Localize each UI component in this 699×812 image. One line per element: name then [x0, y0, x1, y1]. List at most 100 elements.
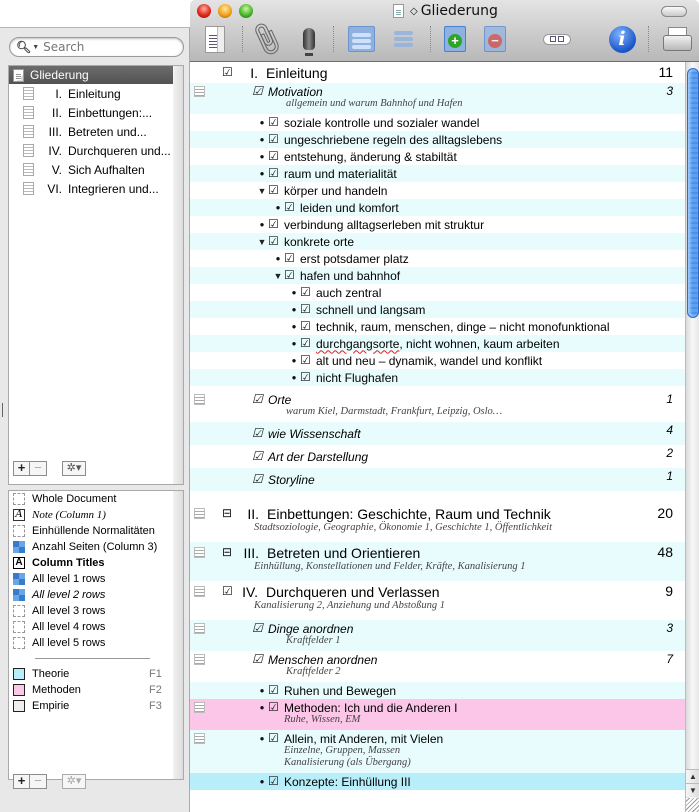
document-proxy-icon[interactable]: [393, 4, 404, 18]
note-icon[interactable]: [194, 702, 205, 713]
outline-row[interactable]: ☑ Storyline 1: [190, 468, 685, 491]
search-input[interactable]: [43, 40, 174, 54]
style-item[interactable]: All level 3 rows: [9, 603, 169, 619]
note-icon[interactable]: [194, 547, 205, 558]
outline-row[interactable]: ● ☑ Ruhen und Bewegen: [190, 682, 685, 699]
checkbox[interactable]: ☑: [252, 85, 263, 97]
outline-row[interactable]: ⊟ II. Einbettungen: Geschichte, Raum und T…: [190, 503, 685, 542]
outline-row[interactable]: ● ☑ durchgangsorte, nicht wohnen, kaum arb…: [190, 335, 685, 352]
outline-row[interactable]: ● ☑ Methoden: Ich und die Anderen I Ruhe, W…: [190, 699, 685, 730]
gear-menu-button[interactable]: ✲▾: [62, 461, 86, 476]
outline-row[interactable]: ▼ ☑ körper und handeln: [190, 182, 685, 199]
checkbox[interactable]: ☑: [284, 269, 295, 281]
outline-row[interactable]: ● ☑ alt und neu – dynamik, wandel und konf…: [190, 352, 685, 369]
checkbox[interactable]: ☑: [268, 167, 279, 179]
note-icon[interactable]: [194, 86, 205, 97]
outline-row[interactable]: ☑ Menschen anordnen Kraftfelder 2 7: [190, 651, 685, 682]
outline-row[interactable]: ● ☑ Allein, mit Anderen, mit Vielen Einzeln…: [190, 730, 685, 773]
group-button[interactable]: [344, 22, 378, 56]
outline-row[interactable]: ● ☑ raum und materialität: [190, 165, 685, 182]
drawer-resize-handle[interactable]: [2, 403, 3, 417]
style-item[interactable]: All level 2 rows: [9, 587, 169, 603]
info-button[interactable]: i: [606, 22, 638, 56]
outline-list-scrollbar[interactable]: [173, 66, 183, 484]
scrollbar-thumb[interactable]: [687, 68, 699, 318]
note-icon[interactable]: [194, 733, 205, 744]
checkbox[interactable]: ☑: [252, 653, 263, 665]
checkbox[interactable]: ☑: [252, 473, 263, 485]
checkbox[interactable]: ☑: [268, 116, 279, 128]
outline-row[interactable]: ● ☑ soziale kontrolle und sozialer wandel: [190, 114, 685, 131]
outline-row[interactable]: ● ☑ schnell und langsam: [190, 301, 685, 318]
outline-item[interactable]: IV. Durchqueren und...: [9, 141, 183, 160]
outline-row[interactable]: ☑ Dinge anordnen Kraftfelder 1 3: [190, 620, 685, 651]
checkbox[interactable]: ☑: [268, 701, 279, 713]
style-item[interactable]: Anzahl Seiten (Column 3): [9, 539, 169, 555]
outline-item[interactable]: II. Einbettungen:...: [9, 103, 183, 122]
outline-content[interactable]: ☑ I. Einleitung 11 ☑ Motivation allgemein und …: [190, 62, 685, 812]
outline-item[interactable]: I. Einleitung: [9, 84, 183, 103]
checkbox[interactable]: ☑: [268, 184, 279, 196]
add-column-button[interactable]: +: [440, 22, 470, 56]
outline-row[interactable]: ● ☑ ungeschriebene regeln des alltagsleben…: [190, 131, 685, 148]
toolbar-toggle-button[interactable]: [661, 6, 687, 17]
checkbox[interactable]: ☑: [252, 393, 263, 405]
checkbox[interactable]: ☑: [252, 622, 263, 634]
style-item[interactable]: Whole Document: [9, 491, 169, 507]
collapse-box-icon[interactable]: ⊟: [222, 546, 233, 558]
checkbox[interactable]: ☑: [268, 684, 279, 696]
outline-row[interactable]: ▼ ☑ hafen und bahnhof: [190, 267, 685, 284]
checkbox[interactable]: ☑: [222, 66, 233, 78]
scroll-down-arrow[interactable]: ▼: [686, 783, 699, 797]
checkbox[interactable]: ☑: [300, 303, 311, 315]
outline-row[interactable]: ☑ Orte warum Kiel, Darmstadt, Frankfurt, L…: [190, 391, 685, 422]
disclosure-triangle-icon[interactable]: ▼: [256, 186, 268, 196]
disclosure-triangle-icon[interactable]: ▼: [256, 237, 268, 247]
note-icon[interactable]: [194, 394, 205, 405]
label-item-empirie[interactable]: Empirie F3: [9, 698, 169, 714]
zoom-window-button[interactable]: [239, 4, 253, 18]
checkbox[interactable]: ☑: [284, 201, 295, 213]
add-style-button[interactable]: +: [13, 774, 30, 789]
outline-row[interactable]: ● ☑ nicht Flughafen: [190, 369, 685, 386]
collapse-box-icon[interactable]: ⊟: [222, 507, 233, 519]
checkbox[interactable]: ☑: [222, 585, 233, 597]
add-button[interactable]: +: [13, 461, 30, 476]
window-resize-grip[interactable]: [686, 798, 699, 812]
checkbox[interactable]: ☑: [300, 337, 311, 349]
outline-row[interactable]: ● ☑ Konzepte: Einhüllung III: [190, 773, 685, 790]
checkbox[interactable]: ☑: [268, 218, 279, 230]
outline-row[interactable]: ● ☑ entstehung, änderung & stabiltät: [190, 148, 685, 165]
checkbox[interactable]: ☑: [252, 450, 263, 462]
checkbox[interactable]: ☑: [268, 150, 279, 162]
attach-button[interactable]: 📎︎: [247, 19, 288, 58]
outline-item[interactable]: V. Sich Aufhalten: [9, 160, 183, 179]
checkbox[interactable]: ☑: [300, 371, 311, 383]
search-menu-caret-icon[interactable]: ▼: [32, 44, 39, 51]
outline-row[interactable]: ● ☑ erst potsdamer platz: [190, 250, 685, 267]
style-item[interactable]: All level 5 rows: [9, 635, 169, 651]
style-gear-menu-button[interactable]: ✲▾: [62, 774, 86, 789]
record-button[interactable]: [294, 22, 324, 56]
outline-root-item[interactable]: Gliederung: [9, 66, 183, 84]
checkbox[interactable]: ☑: [300, 320, 311, 332]
checkbox[interactable]: ☑: [268, 775, 279, 787]
scroll-up-arrow[interactable]: ▲: [686, 769, 699, 783]
outline-row[interactable]: ☑ Art der Darstellung 2: [190, 445, 685, 468]
outline-row[interactable]: ⊟ III. Betreten und Orientieren Einhüllung,…: [190, 542, 685, 581]
minimize-window-button[interactable]: [218, 4, 232, 18]
checkbox[interactable]: ☑: [300, 286, 311, 298]
checkbox[interactable]: ☑: [268, 133, 279, 145]
styles-list-scrollbar[interactable]: [173, 491, 183, 779]
remove-style-button[interactable]: −: [30, 774, 47, 789]
view-mode-button[interactable]: [540, 22, 574, 56]
label-item-theorie[interactable]: Theorie F1: [9, 666, 169, 682]
outline-row[interactable]: ☑ IV. Durchqueren und Verlassen Kanalisieru…: [190, 581, 685, 620]
style-item[interactable]: A Note (Column 1): [9, 507, 169, 523]
ungroup-button[interactable]: [386, 22, 420, 56]
print-button[interactable]: [660, 22, 692, 56]
outline-row[interactable]: ● ☑ auch zentral: [190, 284, 685, 301]
checkbox[interactable]: ☑: [252, 427, 263, 439]
outline-row[interactable]: ● ☑ leiden und komfort: [190, 199, 685, 216]
outline-view-button[interactable]: [198, 22, 232, 56]
